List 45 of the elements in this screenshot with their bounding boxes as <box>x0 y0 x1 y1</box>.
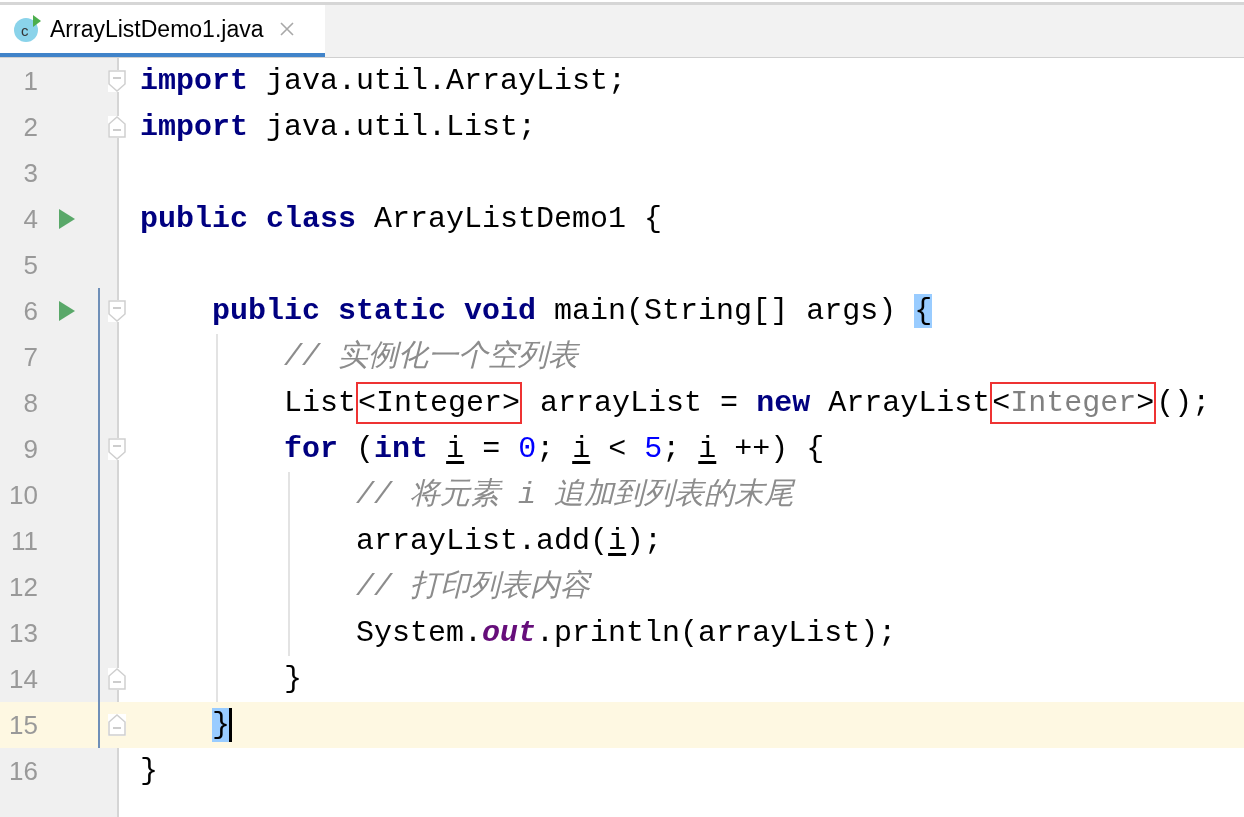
code-text: arrayList.add(i); <box>355 523 663 560</box>
run-icon[interactable] <box>59 209 75 229</box>
close-icon[interactable] <box>279 21 296 37</box>
line-number: 3 <box>22 156 38 190</box>
line-number: 4 <box>22 202 38 236</box>
highlight-box: <Integer> <box>356 382 523 424</box>
line-number: 1 <box>22 64 38 98</box>
line-number: 7 <box>22 340 38 374</box>
fold-marker-icon[interactable] <box>108 668 126 690</box>
line-number: 16 <box>8 754 38 788</box>
code-text: (); <box>1156 385 1211 422</box>
line-number: 11 <box>10 524 38 558</box>
line-number: 12 <box>8 570 38 604</box>
code-text: } <box>211 707 233 745</box>
file-tab[interactable]: c ArrayListDemo1.java <box>0 5 325 57</box>
code-text: } <box>283 661 303 698</box>
code-comment: // 打印列表内容 <box>355 568 591 606</box>
tab-title: ArrayListDemo1.java <box>50 14 264 44</box>
code-text: public class ArrayListDemo1 { <box>140 201 663 238</box>
line-number: 15 <box>8 708 38 742</box>
highlight-box: <Integer> <box>990 382 1157 424</box>
line-number: 9 <box>22 432 38 466</box>
code-text: } <box>140 753 158 790</box>
fold-marker-icon[interactable] <box>108 116 126 138</box>
line-number: 13 <box>8 616 38 650</box>
code-text: import java.util.ArrayList; <box>140 63 627 100</box>
code-text: import java.util.List; <box>140 109 537 146</box>
line-number: 8 <box>22 386 38 420</box>
line-number: 14 <box>8 662 38 696</box>
fold-marker-icon[interactable] <box>108 300 126 322</box>
code-text: for (int i = 0; i < 5; i ++) { <box>283 431 825 468</box>
line-number: 5 <box>22 248 38 282</box>
fold-marker-icon[interactable] <box>108 70 126 92</box>
code-text: List <box>283 385 357 422</box>
code-comment: // 实例化一个空列表 <box>283 339 579 376</box>
code-text: public static void main(String[] args) { <box>211 293 933 330</box>
code-text: arrayList = new ArrayList <box>539 385 991 422</box>
line-number: 6 <box>22 294 38 328</box>
code-comment: // 将元素 i 追加到列表的末尾 <box>355 477 795 514</box>
fold-marker-icon[interactable] <box>108 714 126 736</box>
line-number: 2 <box>22 110 38 144</box>
run-icon[interactable] <box>59 301 75 321</box>
code-text: System.out.println(arrayList); <box>355 615 897 652</box>
line-number: 10 <box>8 478 38 512</box>
fold-marker-icon[interactable] <box>108 438 126 460</box>
